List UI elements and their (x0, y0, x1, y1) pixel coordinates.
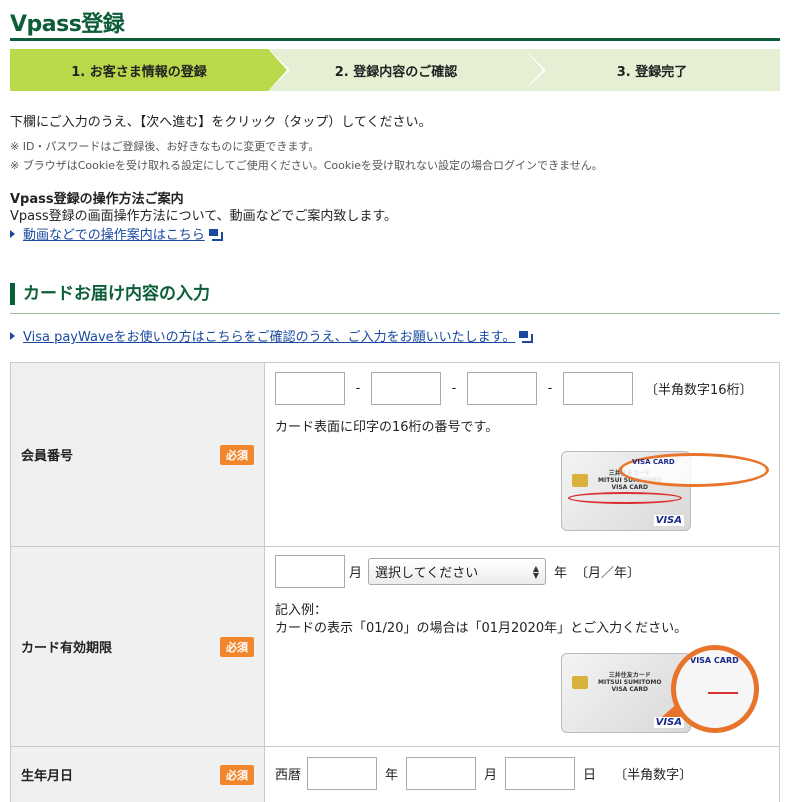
card-number-label: 会員番号 (21, 449, 74, 464)
card-callout-label: VISA CARD (632, 458, 675, 466)
new-window-icon (208, 228, 223, 241)
visa-logo: VISA (653, 717, 684, 728)
card-brand-text: 三井住友カード MITSUI SUMITOMO VISA CARD (598, 672, 662, 693)
step-3: 3. 登録完了 (524, 49, 780, 91)
required-badge: 必須 (220, 444, 254, 465)
dash-separator: - (451, 381, 457, 396)
card-number-input-3[interactable] (467, 372, 537, 405)
birth-year-unit: 年 (385, 768, 399, 783)
birthdate-hint: 〔半角数字〕 (614, 768, 693, 783)
page-title: Vpass登録 (10, 12, 125, 37)
step-2: 2. 登録内容のご確認 (268, 49, 524, 91)
required-badge: 必須 (220, 764, 254, 785)
note-id-password: ※ ID・パスワードはご登録後、お好きなものに変更できます。 (10, 140, 320, 153)
birthdate-label-cell: 生年月日 必須 (10, 746, 265, 802)
expiry-zoom-callout: VISA CARD (671, 645, 759, 733)
expiry-example-heading: 記入例： (275, 603, 328, 618)
title-rule (10, 38, 780, 41)
birthdate-era-label: 西暦 (275, 768, 302, 783)
card-chip-icon (572, 474, 588, 487)
card-number-highlight (568, 492, 682, 504)
guide-link[interactable]: 動画などでの操作案内はこちら (10, 224, 223, 243)
card-number-label-cell: 会員番号 必須 (10, 362, 265, 547)
zoom-callout-label: VISA CARD (690, 656, 739, 665)
card-number-description: カード表面に印字の16桁の番号です。 (275, 420, 499, 435)
expiry-year-select[interactable]: 選択してください ▲ ▼ (368, 558, 547, 585)
progress-steps: 1. お客さま情報の登録 2. 登録内容のご確認 3. 登録完了 (10, 49, 780, 91)
card-number-input-1[interactable] (275, 372, 345, 405)
expiry-format-hint: 〔月／年〕 (575, 566, 641, 581)
card-chip-icon (572, 676, 588, 689)
link-arrow-icon (10, 331, 15, 340)
birth-month-unit: 月 (484, 768, 498, 783)
form-row-card-number: 会員番号 必須 - - - 〔半角数字16桁〕 カード表面に印字の16桁の番号で… (10, 362, 780, 547)
birth-day-input[interactable] (505, 757, 576, 790)
expiry-label: カード有効期限 (21, 641, 113, 656)
expiry-label-cell: カード有効期限 必須 (10, 546, 265, 747)
step-1: 1. お客さま情報の登録 (10, 49, 268, 91)
birth-day-unit: 日 (583, 768, 597, 783)
note-cookie: ※ ブラウザはCookieを受け取れる設定にしてご使用ください。Cookieを受… (10, 159, 603, 172)
card-number-hint: 〔半角数字16桁〕 (645, 383, 753, 398)
link-arrow-icon (10, 229, 15, 238)
birth-year-input[interactable] (307, 757, 378, 790)
guide-link-text[interactable]: 動画などでの操作案内はこちら (23, 224, 205, 243)
instruction-text: 下欄にご入力のうえ、【次へ進む】をクリック（タップ）してください。 (10, 115, 432, 130)
step-2-label: 2. 登録内容のご確認 (334, 64, 458, 80)
card-number-input-2[interactable] (371, 372, 441, 405)
birth-month-input[interactable] (406, 757, 477, 790)
card-number-callout: VISA CARD (619, 453, 769, 487)
dash-separator: - (355, 381, 361, 396)
paywave-link-text[interactable]: Visa payWaveをお使いの方はこちらをご確認のうえ、ご入力をお願いいたし… (23, 326, 515, 345)
expiry-month-input[interactable] (275, 555, 345, 588)
birthdate-value-cell: 西暦 年 月 日 〔半角数字〕 (264, 746, 780, 802)
guide-text: Vpass登録の画面操作方法について、動画などでご案内致します。 (10, 209, 398, 224)
expiry-value-cell: 月 選択してください ▲ ▼ 年 〔月／年〕 記入例： カードの表示「01/20」… (264, 546, 780, 747)
expiry-month-unit: 月 (349, 566, 363, 581)
dash-separator: - (547, 381, 553, 396)
required-badge: 必須 (220, 636, 254, 657)
expiry-highlight (708, 686, 738, 694)
expiry-example-text: カードの表示「01/20」の場合は「01月2020年」とご入力ください。 (275, 621, 688, 636)
form-row-birthdate: 生年月日 必須 西暦 年 月 日 〔半角数字〕 (10, 746, 780, 802)
birthdate-label: 生年月日 (21, 769, 74, 784)
step-arrow-2 (524, 49, 543, 91)
expiry-year-select-value: 選択してください (375, 566, 479, 581)
new-window-icon (519, 330, 534, 343)
expiry-year-unit: 年 (554, 566, 568, 581)
step-arrow-1 (268, 49, 287, 91)
section-rule (10, 313, 780, 314)
registration-form: 会員番号 必須 - - - 〔半角数字16桁〕 カード表面に印字の16桁の番号で… (10, 362, 780, 802)
section-title: カードお届け内容の入力 (10, 283, 210, 305)
card-number-input-4[interactable] (563, 372, 633, 405)
form-row-expiry: カード有効期限 必須 月 選択してください ▲ ▼ 年 〔月／年〕 記入例： カー… (10, 546, 780, 747)
card-number-value-cell: - - - 〔半角数字16桁〕 カード表面に印字の16桁の番号です。 三井住友カ… (264, 362, 780, 547)
step-1-label: 1. お客さま情報の登録 (71, 64, 207, 80)
select-arrows-icon: ▲ ▼ (532, 563, 540, 580)
paywave-link[interactable]: Visa payWaveをお使いの方はこちらをご確認のうえ、ご入力をお願いいたし… (10, 326, 534, 345)
step-3-label: 3. 登録完了 (616, 64, 688, 80)
visa-logo: VISA (653, 515, 684, 526)
